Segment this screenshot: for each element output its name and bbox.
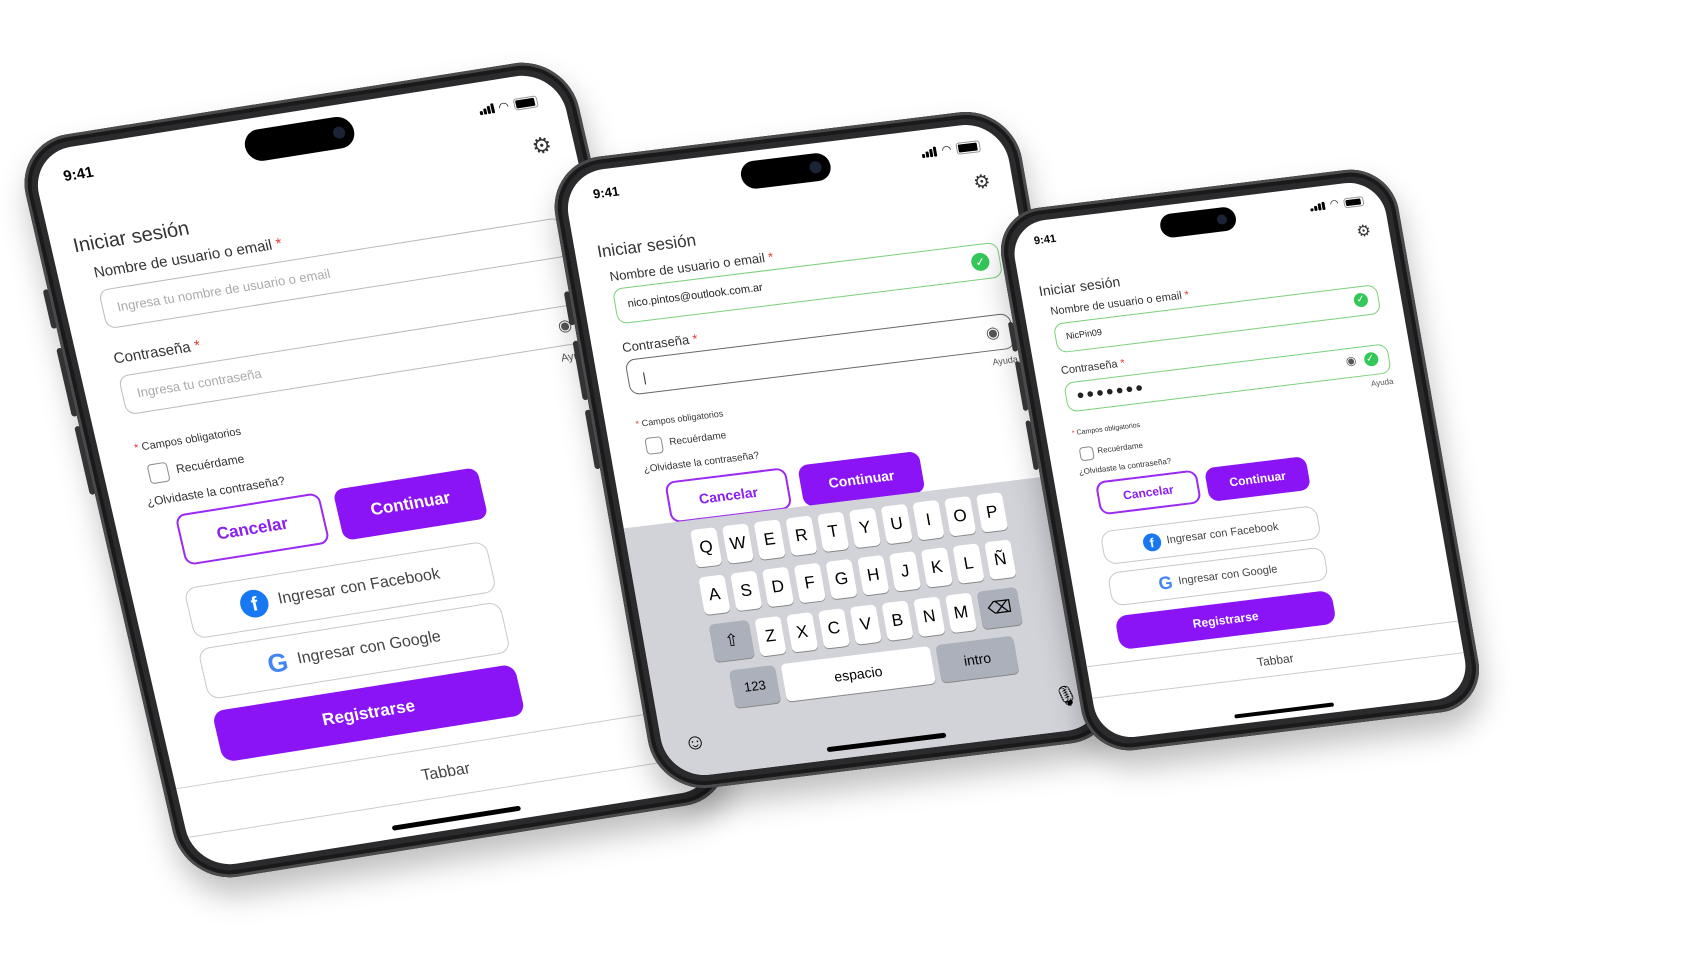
- key-r[interactable]: R: [785, 515, 818, 557]
- home-indicator[interactable]: [826, 732, 947, 753]
- battery-icon: [512, 95, 539, 111]
- key-g[interactable]: G: [825, 558, 858, 600]
- key-c[interactable]: C: [817, 608, 851, 649]
- password-input[interactable]: | ◉: [624, 312, 1016, 396]
- key-e[interactable]: E: [753, 519, 786, 560]
- status-time: 9:41: [591, 183, 621, 202]
- remember-label: Recuérdame: [174, 451, 246, 477]
- remember-label: Recuérdame: [668, 430, 728, 449]
- signal-icon: [921, 145, 938, 158]
- page-title: Iniciar sesión: [1037, 273, 1122, 300]
- password-label: Contraseña *: [111, 337, 203, 368]
- remember-checkbox[interactable]: [644, 436, 665, 455]
- key-n[interactable]: N: [913, 596, 946, 638]
- numbers-key[interactable]: 123: [728, 664, 782, 709]
- key-m[interactable]: M: [944, 592, 978, 634]
- password-label: Contraseña *: [1060, 357, 1126, 378]
- required-note: * Campos obligatorios: [1071, 421, 1141, 438]
- battery-icon: [955, 139, 982, 155]
- key-h[interactable]: H: [857, 554, 890, 596]
- cancel-button[interactable]: Cancelar: [174, 492, 331, 566]
- key-f[interactable]: F: [793, 562, 826, 604]
- key-b[interactable]: B: [881, 600, 914, 641]
- status-bar: 9:41 ◠: [561, 120, 1009, 218]
- google-icon: G: [1156, 572, 1175, 594]
- key-v[interactable]: V: [849, 604, 882, 645]
- key-q[interactable]: Q: [689, 527, 723, 568]
- password-input[interactable]: Ingresa tu contraseña ◉: [117, 303, 590, 416]
- battery-icon: [1342, 195, 1365, 208]
- delete-key[interactable]: ⌫: [976, 586, 1023, 630]
- key-p[interactable]: P: [975, 492, 1009, 533]
- key-t[interactable]: T: [816, 511, 850, 553]
- shift-key[interactable]: ⇧: [708, 619, 755, 663]
- status-time: 9:41: [1033, 232, 1058, 248]
- facebook-icon: f: [1141, 532, 1163, 553]
- key-ñ[interactable]: Ñ: [984, 539, 1017, 580]
- remember-label: Recuérdame: [1096, 440, 1144, 456]
- eye-slash-icon[interactable]: ◉: [1345, 353, 1360, 368]
- required-note: * Campos obligatorios: [133, 425, 243, 455]
- continue-button[interactable]: Continuar: [332, 467, 489, 541]
- continue-button[interactable]: Continuar: [1203, 456, 1312, 502]
- key-w[interactable]: W: [721, 523, 755, 564]
- emoji-icon[interactable]: ☺: [682, 728, 709, 756]
- cancel-button[interactable]: Cancelar: [1094, 469, 1202, 516]
- shift-icon: ⇧: [722, 630, 741, 651]
- space-key[interactable]: espacio: [780, 645, 936, 702]
- key-a[interactable]: A: [698, 574, 731, 616]
- wifi-icon: ◠: [940, 143, 953, 157]
- wifi-icon: ◠: [497, 98, 511, 115]
- username-input[interactable]: nico.pintos@outlook.com.ar ✓: [611, 241, 1004, 325]
- delete-icon: ⌫: [986, 596, 1014, 619]
- key-i[interactable]: I: [912, 499, 945, 541]
- key-z[interactable]: Z: [754, 615, 787, 657]
- status-time: 9:41: [61, 163, 96, 186]
- remember-checkbox[interactable]: [1078, 445, 1095, 462]
- help-link[interactable]: Ayuda: [1370, 377, 1394, 389]
- username-input[interactable]: NicPin09 ✓: [1052, 284, 1382, 354]
- key-k[interactable]: K: [920, 547, 954, 588]
- key-y[interactable]: Y: [848, 507, 882, 549]
- google-icon: G: [264, 646, 292, 679]
- key-l[interactable]: L: [952, 543, 985, 584]
- gear-icon[interactable]: ⚙: [972, 170, 993, 195]
- check-icon: ✓: [1363, 351, 1380, 368]
- page-title: Iniciar sesión: [595, 230, 698, 262]
- remember-checkbox[interactable]: [146, 461, 171, 485]
- signal-icon: [478, 103, 495, 116]
- check-icon: ✓: [969, 251, 991, 272]
- key-o[interactable]: O: [944, 495, 977, 537]
- gear-icon[interactable]: ⚙: [529, 132, 554, 160]
- key-u[interactable]: U: [880, 503, 913, 545]
- status-bar: 9:41 ◠: [1009, 179, 1388, 268]
- facebook-icon: f: [237, 587, 272, 620]
- status-bar: 9:41 ◠: [30, 70, 567, 197]
- screen: 9:41 ◠ ⚙ Iniciar sesión Nombre de usuari…: [1008, 178, 1472, 742]
- key-s[interactable]: S: [730, 570, 763, 612]
- keyboard: QWERTYUIOP ASDFGHJKLÑ ⇧ ZXCVBNM ⌫ 123 es…: [623, 474, 1109, 780]
- return-key[interactable]: intro: [935, 635, 1020, 683]
- key-x[interactable]: X: [786, 612, 819, 653]
- password-input[interactable]: ●●●●●●● ◉ ✓: [1063, 343, 1392, 413]
- signal-icon: [1310, 201, 1326, 211]
- key-j[interactable]: J: [888, 551, 922, 592]
- eye-slash-icon[interactable]: ◉: [984, 322, 1002, 343]
- key-d[interactable]: D: [761, 566, 795, 608]
- check-icon: ✓: [1352, 292, 1370, 308]
- wifi-icon: ◠: [1329, 198, 1340, 211]
- home-indicator[interactable]: [391, 805, 522, 831]
- required-note: * Campos obligatorios: [634, 408, 725, 430]
- home-indicator[interactable]: [1234, 702, 1335, 719]
